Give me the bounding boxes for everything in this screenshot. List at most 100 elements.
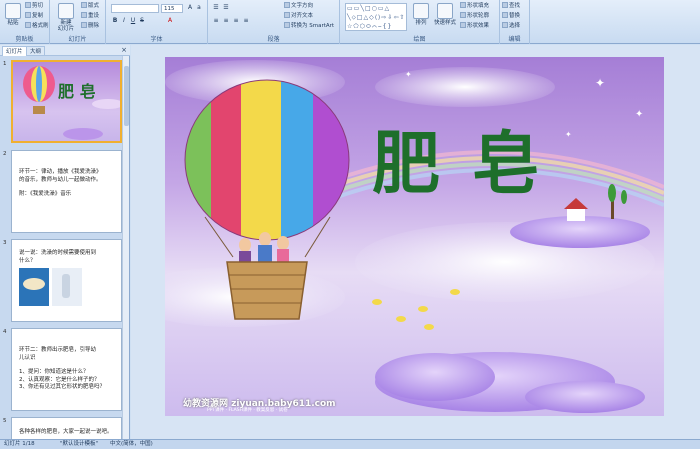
paste-button[interactable]: 粘贴 [2,2,24,34]
shrink-font-button[interactable]: a [195,4,203,12]
slide-2-text: 环节一：律动，播放《我爱洗澡》 的音乐，教师与幼儿一起做动作。 附：《我爱洗澡》… [19,169,102,197]
slide-4-text: 环节二：教师出示肥皂，引导幼 儿认识 1、提问：你知道这是什么？ 2、认真观察：… [19,347,106,390]
shape-effects-button[interactable]: 形状效果 [460,22,489,31]
svg-text:✦: ✦ [635,109,643,120]
replace-icon [502,12,508,18]
align-text-button[interactable]: 对齐文本 [284,12,313,21]
slide-thumbnail-1[interactable]: 肥 皂 [11,60,122,143]
panel-close-icon[interactable]: × [121,46,127,55]
slide-title[interactable]: 肥 皂 [372,108,544,207]
ribbon: 粘贴 剪切 复制 格式刷 剪贴板 新建 幻灯片 版式 重设 删除 幻灯片 115… [0,0,700,44]
format-painter-button[interactable]: 格式刷 [25,22,49,31]
effects-icon [460,22,466,28]
fill-icon [460,2,466,8]
reset-button[interactable]: 重设 [81,12,99,21]
drawing-group: ▭▭╲□○▭△ ╲⬦□△◇⟨⟩⇨⇩⇦⇧ ☆⬠⬡⬭⌒⌢{} 排列 快速样式 形状填… [340,0,500,44]
panel-scroll-thumb[interactable] [124,66,129,126]
align-right-button[interactable]: ≡ [232,17,240,25]
align-center-button[interactable]: ≡ [222,17,230,25]
text-direction-button[interactable]: 文字方向 [284,2,313,11]
font-group: 115 A a B I U S A 字体 [106,0,208,44]
status-language: 中文(简体，中国) [110,441,153,447]
cursor-icon [502,22,508,28]
sparkle-icon: ✦ [595,76,605,90]
paste-icon [5,3,21,19]
layout-icon [81,2,87,8]
font-size-box[interactable]: 115 [161,4,183,13]
svg-text:✦: ✦ [565,130,572,139]
align-text-icon [284,12,290,18]
new-slide-icon [58,3,74,19]
italic-button[interactable]: I [120,17,128,25]
slide-number: 5 [3,418,7,424]
smartart-button[interactable]: 转换为 SmartArt [284,22,334,31]
slide-5-text: 各种各样的肥皂，大家一起说一说吧。 [19,429,113,435]
svg-text:✦: ✦ [405,70,412,79]
tab-outline[interactable]: 大纲 [26,46,46,56]
clipboard-group: 粘贴 剪切 复制 格式刷 剪贴板 [0,0,50,44]
bullets-button[interactable]: ☰ [212,4,220,12]
bold-button[interactable]: B [111,17,119,25]
justify-button[interactable]: ≡ [242,17,250,25]
slides-group-label: 幻灯片 [68,36,87,43]
editing-group-label: 编辑 [508,36,521,43]
quick-styles-button[interactable]: 快速样式 [432,2,458,34]
shapes-gallery[interactable]: ▭▭╲□○▭△ ╲⬦□△◇⟨⟩⇨⇩⇦⇧ ☆⬠⬡⬭⌒⌢{} [345,3,407,31]
drawing-group-label: 绘图 [413,36,426,43]
slides-panel: 幻灯片 大纲 × 1 肥 皂 2 环节一：律动，播放《我爱洗澡》 的音乐，教师与… [0,45,130,439]
cut-button[interactable]: 剪切 [25,2,43,11]
slide-number: 4 [3,329,7,335]
tab-slides[interactable]: 幻灯片 [2,46,27,56]
grow-font-button[interactable]: A [186,4,194,12]
paragraph-group: ☰ ☰ ≡ ≡ ≡ ≡ 文字方向 对齐文本 转换为 SmartArt 段落 [208,0,340,44]
underline-button[interactable]: U [129,17,137,25]
slide-thumbnail-5[interactable]: 各种各样的肥皂，大家一起说一说吧。 [11,417,122,439]
quick-styles-icon [437,3,453,19]
copy-icon [25,12,31,18]
slides-group: 新建 幻灯片 版式 重设 删除 幻灯片 [50,0,106,44]
shape-outline-button[interactable]: 形状轮廓 [460,12,489,21]
slide-thumbnail-4[interactable]: 环节二：教师出示肥皂，引导幼 儿认识 1、提问：你知道这是什么？ 2、认真观察：… [11,328,122,411]
smartart-icon [284,22,290,28]
slide-thumbnail-2[interactable]: 环节一：律动，播放《我爱洗澡》 的音乐，教师与幼儿一起做动作。 附：《我爱洗澡》… [11,150,122,233]
status-slide-position: 幻灯片 1/18 [4,441,35,447]
arrange-button[interactable]: 排列 [410,2,432,34]
brush-icon [25,22,31,28]
reset-icon [81,12,87,18]
slide-1-preview [13,62,120,141]
font-color-button[interactable]: A [166,17,174,25]
slide-1-title: 肥 皂 [58,82,96,101]
select-button[interactable]: 选择 [502,22,520,31]
copy-button[interactable]: 复制 [25,12,43,21]
website-subtext: PPT课件 · FLASH课件 · 教案反思 · 试卷 [207,408,288,413]
status-bar: 幻灯片 1/18 "默认设计模板" 中文(简体，中国) [0,439,700,449]
outline-icon [460,12,466,18]
paragraph-group-label: 段落 [267,36,280,43]
panel-tabs: 幻灯片 大纲 × [0,45,130,56]
delete-slide-button[interactable]: 删除 [81,22,99,31]
strike-button[interactable]: S [138,17,146,25]
binoculars-icon [502,2,508,8]
layout-button[interactable]: 版式 [81,2,99,11]
status-theme: "默认设计模板" [60,441,99,447]
clipboard-group-label: 剪贴板 [15,36,34,43]
new-slide-button[interactable]: 新建 幻灯片 [54,2,78,34]
numbering-button[interactable]: ☰ [222,4,230,12]
delete-icon [81,22,87,28]
slide-3-images [19,268,82,306]
find-button[interactable]: 查找 [502,2,520,11]
panel-scrollbar[interactable] [122,56,129,439]
editing-group: 查找 替换 选择 编辑 [500,0,530,44]
arrange-icon [413,3,429,19]
replace-button[interactable]: 替换 [502,12,520,21]
font-name-box[interactable] [111,4,159,13]
slide-number: 3 [3,240,7,246]
shape-fill-button[interactable]: 形状填充 [460,2,489,11]
slide-number: 2 [3,151,7,157]
font-group-label: 字体 [150,36,163,43]
text-direction-icon [284,2,290,8]
slide-number: 1 [3,61,7,67]
align-left-button[interactable]: ≡ [212,17,220,25]
slide-thumbnail-3[interactable]: 说一说：洗澡的时候需要使用到 什么？ [11,239,122,322]
scissors-icon [25,2,31,8]
